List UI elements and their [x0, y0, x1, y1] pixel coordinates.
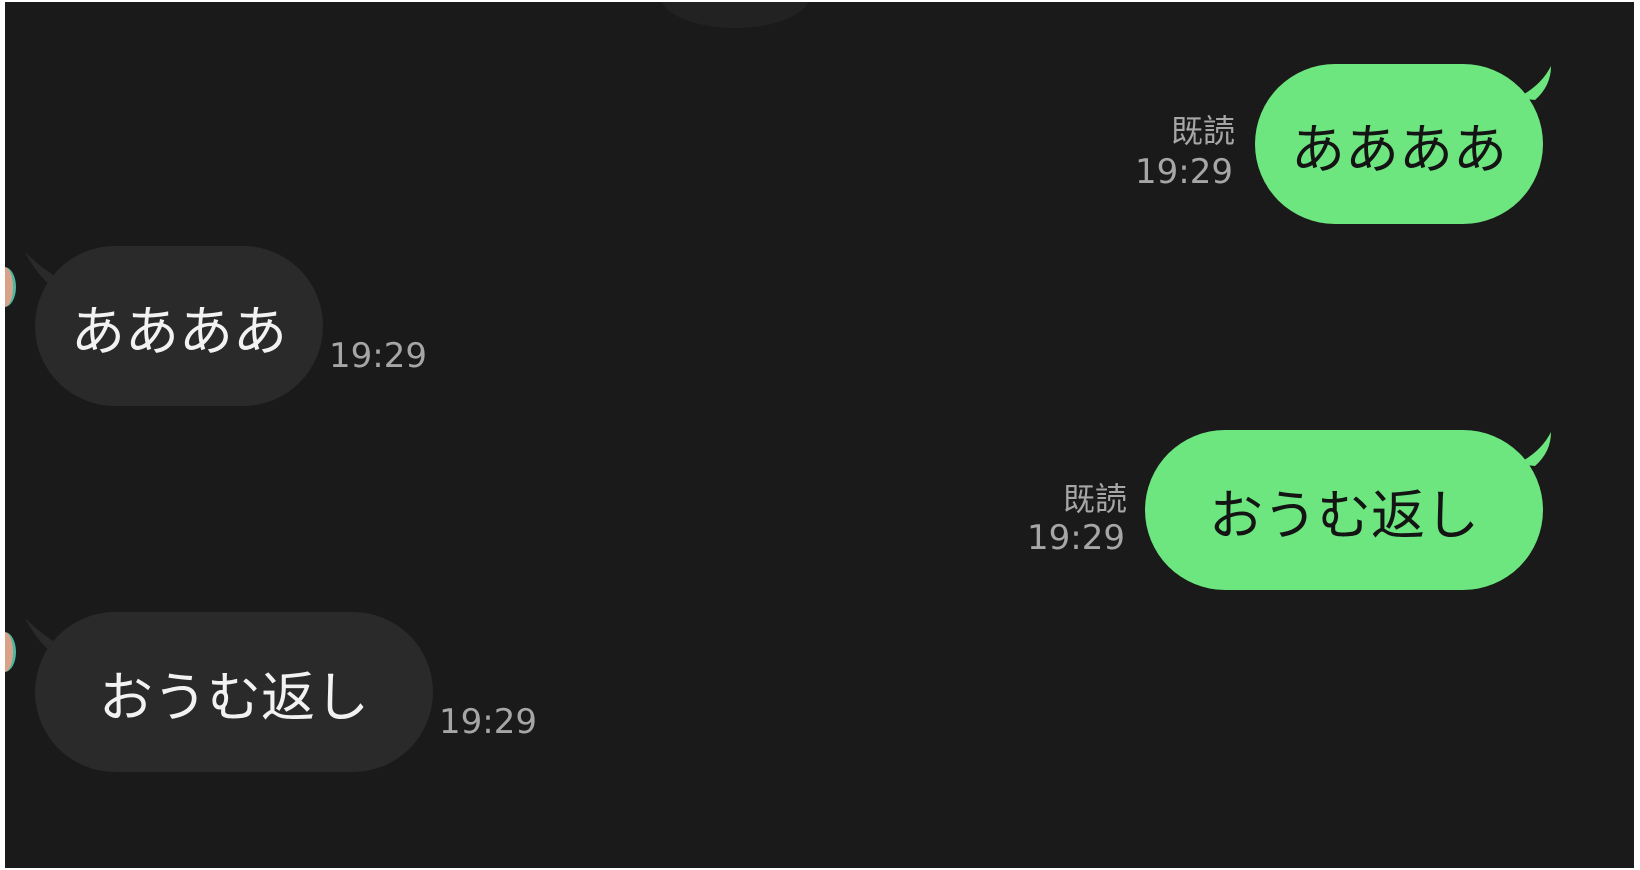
read-receipt: 既読	[1170, 112, 1235, 150]
avatar[interactable]	[5, 632, 16, 672]
bubble-tail	[1517, 66, 1551, 100]
message-bubble-sent[interactable]: おうむ返し	[1145, 430, 1543, 590]
message-time: 19:29	[1027, 518, 1125, 558]
message-time: 19:29	[1135, 152, 1233, 192]
message-time: 19:29	[439, 702, 537, 742]
message-bubble-received[interactable]: ああああ	[35, 246, 323, 406]
scrolled-off-element	[660, 2, 810, 28]
avatar[interactable]	[5, 267, 16, 307]
message-text: おうむ返し	[99, 665, 369, 729]
message-bubble-received[interactable]: おうむ返し	[35, 612, 433, 772]
bubble-tail	[1517, 432, 1551, 466]
read-receipt: 既読	[1062, 480, 1127, 518]
chat-area[interactable]: 既読 19:29 ああああ ああああ 19:29 既読 19:29 おうむ返し	[5, 2, 1634, 868]
message-text: ああああ	[71, 299, 287, 363]
message-bubble-sent[interactable]: ああああ	[1255, 64, 1543, 224]
message-text: ああああ	[1291, 117, 1507, 181]
message-text: おうむ返し	[1209, 483, 1479, 547]
message-time: 19:29	[329, 336, 427, 376]
